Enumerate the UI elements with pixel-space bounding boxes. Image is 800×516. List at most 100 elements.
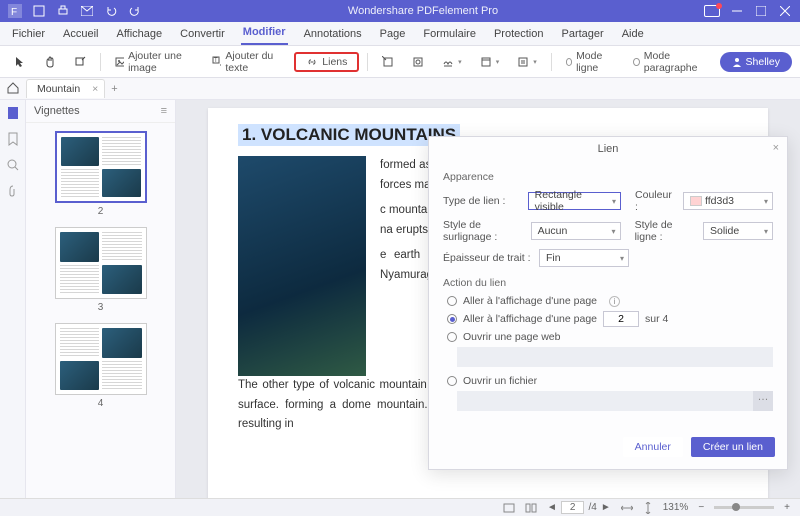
- tabstrip: Mountain× +: [0, 78, 800, 100]
- page-heading: 1. VOLCANIC MOUNTAINS: [238, 124, 460, 146]
- radio-open-file[interactable]: Ouvrir un fichier: [447, 375, 773, 387]
- maximize-icon[interactable]: [754, 4, 768, 18]
- add-text-button[interactable]: TAjouter du texte: [206, 47, 288, 77]
- statusbar: ◄ 2 /4 ► 131% − +: [0, 498, 800, 516]
- svg-text:F: F: [11, 7, 17, 18]
- new-tab-icon[interactable]: +: [111, 83, 117, 95]
- zoom-slider[interactable]: [714, 506, 774, 509]
- notification-mail-icon[interactable]: [704, 5, 720, 17]
- side-tools: [0, 100, 26, 498]
- save-icon[interactable]: [32, 4, 46, 18]
- menu-accueil[interactable]: Accueil: [61, 24, 100, 45]
- view-mode-icon[interactable]: [525, 503, 537, 513]
- panel-title: Vignettes: [34, 105, 80, 117]
- bates-tool[interactable]: ▾: [511, 53, 543, 71]
- select-color[interactable]: ffd3d3: [683, 192, 773, 210]
- zoom-value: 131%: [663, 502, 689, 513]
- edit-tool[interactable]: [68, 53, 92, 71]
- undo-icon[interactable]: [104, 4, 118, 18]
- menu-modifier[interactable]: Modifier: [241, 22, 288, 45]
- section-appearance: Apparence: [443, 171, 773, 183]
- select-highlight[interactable]: Aucun: [531, 222, 621, 240]
- menubar: Fichier Accueil Affichage Convertir Modi…: [0, 22, 800, 46]
- view-mode-icon[interactable]: [503, 503, 515, 513]
- menu-convertir[interactable]: Convertir: [178, 24, 227, 45]
- menu-partager[interactable]: Partager: [559, 24, 605, 45]
- app-logo-icon: F: [8, 4, 22, 18]
- radio-open-web[interactable]: Ouvrir une page web: [447, 331, 773, 343]
- fit-width-icon[interactable]: [621, 503, 633, 513]
- mail-icon[interactable]: [80, 4, 94, 18]
- select-thickness[interactable]: Fin: [539, 249, 629, 267]
- label-link-type: Type de lien :: [443, 195, 522, 207]
- radio-goto-page[interactable]: Aller à l'affichage d'une page sur 4: [447, 311, 773, 327]
- svg-text:T: T: [214, 58, 218, 64]
- document-tab[interactable]: Mountain×: [26, 79, 105, 98]
- titlebar: F Wondershare PDFelement Pro: [0, 0, 800, 22]
- file-path-input[interactable]: …: [457, 391, 773, 411]
- select-tool[interactable]: [8, 53, 32, 71]
- menu-annotations[interactable]: Annotations: [302, 24, 364, 45]
- app-title: Wondershare PDFelement Pro: [150, 5, 696, 17]
- color-swatch-icon: [690, 196, 702, 206]
- thumbnail[interactable]: 2: [44, 131, 157, 217]
- dialog-title: Lien: [598, 143, 619, 155]
- home-icon[interactable]: [6, 81, 20, 95]
- menu-fichier[interactable]: Fichier: [10, 24, 47, 45]
- link-dialog: Lien × Apparence Type de lien : Rectangle…: [428, 136, 788, 470]
- browse-button[interactable]: …: [753, 391, 773, 411]
- zoom-out-icon[interactable]: −: [698, 502, 704, 513]
- close-icon[interactable]: [778, 4, 792, 18]
- label-thickness: Épaisseur de trait :: [443, 252, 533, 264]
- mode-line-toggle[interactable]: Mode ligne: [560, 47, 622, 77]
- user-pill[interactable]: Shelley: [720, 52, 792, 72]
- add-image-button[interactable]: Ajouter une image: [109, 47, 200, 77]
- panel-menu-icon[interactable]: ≡: [161, 105, 167, 117]
- page-current[interactable]: 2: [561, 501, 585, 514]
- create-link-button[interactable]: Créer un lien: [691, 437, 775, 457]
- redo-icon[interactable]: [128, 4, 142, 18]
- menu-aide[interactable]: Aide: [620, 24, 646, 45]
- header-footer-tool[interactable]: ▾: [474, 53, 506, 71]
- hero-image: [238, 156, 366, 376]
- select-link-type[interactable]: Rectangle visible: [528, 192, 621, 210]
- document-area[interactable]: 1. VOLCANIC MOUNTAINS formed as a result…: [176, 100, 800, 498]
- watermark-tool[interactable]: [406, 53, 430, 71]
- links-button[interactable]: Liens: [294, 52, 359, 72]
- thumbnail[interactable]: 4: [44, 323, 157, 409]
- hand-tool[interactable]: [38, 53, 62, 71]
- bookmarks-icon[interactable]: [6, 132, 20, 146]
- zoom-in-icon[interactable]: +: [784, 502, 790, 513]
- menu-affichage[interactable]: Affichage: [114, 24, 164, 45]
- menu-formulaire[interactable]: Formulaire: [421, 24, 478, 45]
- prev-page-icon[interactable]: ◄: [547, 502, 557, 513]
- page-total: /4: [588, 502, 596, 513]
- section-action: Action du lien: [443, 277, 773, 289]
- tab-close-icon[interactable]: ×: [92, 83, 98, 95]
- radio-goto-view[interactable]: Aller à l'affichage d'une pagei: [447, 295, 773, 307]
- web-url-input[interactable]: [457, 347, 773, 367]
- thumbnails-icon[interactable]: [6, 106, 20, 120]
- minimize-icon[interactable]: [730, 4, 744, 18]
- print-icon[interactable]: [56, 4, 70, 18]
- menu-protection[interactable]: Protection: [492, 24, 546, 45]
- fit-page-icon[interactable]: [643, 502, 653, 514]
- next-page-icon[interactable]: ►: [601, 502, 611, 513]
- toolbar: Ajouter une image TAjouter du texte Lien…: [0, 46, 800, 78]
- cancel-button[interactable]: Annuler: [623, 437, 683, 457]
- dialog-close-icon[interactable]: ×: [773, 142, 779, 154]
- info-icon[interactable]: i: [609, 296, 620, 307]
- crop-tool[interactable]: [376, 53, 400, 71]
- page-number-input[interactable]: [603, 311, 639, 327]
- thumbnails-panel: Vignettes ≡ 2 3 4: [26, 100, 176, 498]
- label-line-style: Style de ligne :: [635, 219, 697, 243]
- attachments-icon[interactable]: [6, 184, 20, 198]
- select-line-style[interactable]: Solide: [703, 222, 773, 240]
- label-highlight: Style de surlignage :: [443, 219, 525, 243]
- search-icon[interactable]: [6, 158, 20, 172]
- thumbnail[interactable]: 3: [44, 227, 157, 313]
- menu-page[interactable]: Page: [378, 24, 408, 45]
- page-total: sur 4: [645, 313, 668, 325]
- background-tool[interactable]: ▾: [436, 53, 468, 71]
- mode-paragraph-toggle[interactable]: Mode paragraphe: [627, 47, 713, 77]
